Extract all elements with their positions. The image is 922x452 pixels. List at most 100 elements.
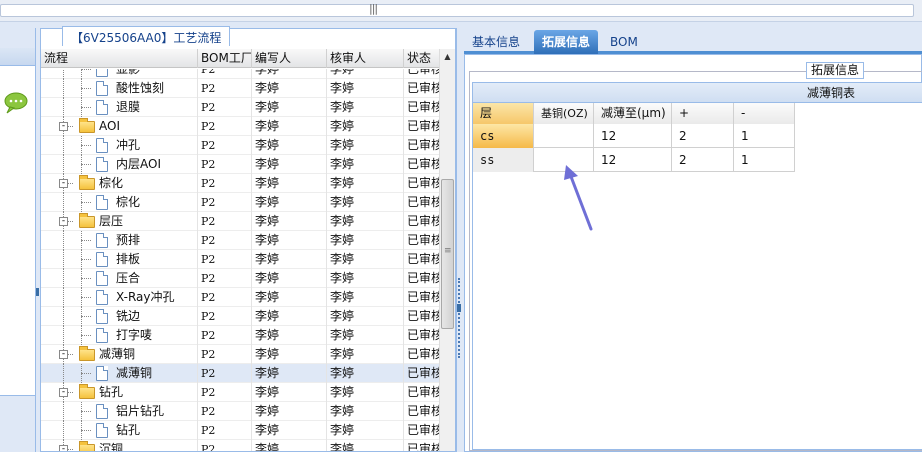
tree-row[interactable]: -AOIP2李婷李婷已审核 bbox=[41, 117, 439, 136]
tree-node[interactable]: 钻孔 bbox=[41, 421, 198, 440]
bom-factory-cell: P2 bbox=[198, 136, 252, 155]
cell-plus[interactable]: 2 bbox=[672, 148, 734, 172]
tree-row[interactable]: 冲孔P2李婷李婷已审核 bbox=[41, 136, 439, 155]
tree-vertical-scrollbar[interactable]: ▲ ≡ bbox=[439, 49, 455, 451]
tree-node[interactable]: 酸性蚀刻 bbox=[41, 79, 198, 98]
reviewer-cell: 李婷 bbox=[327, 174, 404, 193]
reviewer-cell: 李婷 bbox=[327, 402, 404, 421]
tree-node-label: 沉铜 bbox=[99, 442, 124, 451]
tree-row[interactable]: 显影P2李婷李婷已审核 bbox=[41, 69, 439, 79]
tab-extended-info[interactable]: 拓展信息 bbox=[534, 30, 599, 54]
folder-icon bbox=[79, 213, 95, 228]
collapse-arrow-icon[interactable] bbox=[457, 304, 461, 312]
tree-node[interactable]: - AOI bbox=[41, 117, 198, 136]
tree-node[interactable]: 退膜 bbox=[41, 98, 198, 117]
tree-row[interactable]: 退膜P2李婷李婷已审核 bbox=[41, 98, 439, 117]
reviewer-cell: 李婷 bbox=[327, 440, 404, 451]
tree-row[interactable]: -层压P2李婷李婷已审核 bbox=[41, 212, 439, 231]
tree-node[interactable]: 预排 bbox=[41, 231, 198, 250]
tree-node[interactable]: 压合 bbox=[41, 269, 198, 288]
tree-line bbox=[63, 364, 64, 383]
tree-node[interactable]: 冲孔 bbox=[41, 136, 198, 155]
tree-row[interactable]: 压合P2李婷李婷已审核 bbox=[41, 269, 439, 288]
collapse-toggle-icon[interactable]: - bbox=[59, 445, 68, 451]
tree-row[interactable]: 棕化P2李婷李婷已审核 bbox=[41, 193, 439, 212]
tree-line bbox=[81, 430, 91, 431]
document-icon bbox=[96, 252, 108, 267]
tree-node[interactable]: - 钻孔 bbox=[41, 383, 198, 402]
tree-line bbox=[81, 297, 91, 298]
scroll-up-arrow-icon[interactable]: ▲ bbox=[440, 49, 455, 65]
status-cell: 已审核 bbox=[404, 402, 439, 421]
table-row[interactable]: cs 12 2 1 bbox=[473, 124, 795, 148]
tree-node[interactable]: 打字唛 bbox=[41, 326, 198, 345]
bom-factory-cell: P2 bbox=[198, 174, 252, 193]
collapse-toggle-icon[interactable]: - bbox=[59, 122, 68, 131]
tree-row[interactable]: 减薄铜P2李婷李婷已审核 bbox=[41, 364, 439, 383]
tree-node[interactable]: 显影 bbox=[41, 69, 198, 79]
tree-row[interactable]: 排板P2李婷李婷已审核 bbox=[41, 250, 439, 269]
column-header-bom-factory[interactable]: BOM工厂 bbox=[198, 49, 252, 68]
tree-row[interactable]: 铝片钻孔P2李婷李婷已审核 bbox=[41, 402, 439, 421]
collapse-toggle-icon[interactable]: - bbox=[59, 217, 68, 226]
scrollbar-thumb[interactable]: ≡ bbox=[441, 179, 454, 329]
cell-plus[interactable]: 2 bbox=[672, 124, 734, 148]
tree-node[interactable]: 排板 bbox=[41, 250, 198, 269]
collapse-handle-icon[interactable] bbox=[36, 288, 39, 296]
tree-row[interactable]: -钻孔P2李婷李婷已审核 bbox=[41, 383, 439, 402]
cell-thin-to[interactable]: 12 bbox=[594, 124, 672, 148]
column-header-base-copper[interactable]: 基铜(OZ) bbox=[534, 103, 594, 124]
tree-node[interactable]: 铝片钻孔 bbox=[41, 402, 198, 421]
tree-node[interactable]: - 减薄铜 bbox=[41, 345, 198, 364]
tab-basic-info[interactable]: 基本信息 bbox=[464, 30, 528, 54]
chat-bubble-icon[interactable] bbox=[2, 92, 28, 114]
tree-node[interactable]: 棕化 bbox=[41, 193, 198, 212]
collapse-toggle-icon[interactable]: - bbox=[59, 388, 68, 397]
column-header-reviewer[interactable]: 核审人 bbox=[327, 49, 404, 68]
column-header-layer[interactable]: 层 bbox=[473, 103, 534, 124]
cell-thin-to[interactable]: 12 bbox=[594, 148, 672, 172]
tree-row[interactable]: 铣边P2李婷李婷已审核 bbox=[41, 307, 439, 326]
column-header-thin-to[interactable]: 减薄至(μm) bbox=[594, 103, 672, 124]
reviewer-cell: 李婷 bbox=[327, 69, 404, 79]
tree-row[interactable]: 打字唛P2李婷李婷已审核 bbox=[41, 326, 439, 345]
cell-layer[interactable]: ss bbox=[473, 148, 534, 172]
tree-row[interactable]: 预排P2李婷李婷已审核 bbox=[41, 231, 439, 250]
collapse-toggle-icon[interactable]: - bbox=[59, 179, 68, 188]
tree-row[interactable]: -棕化P2李婷李婷已审核 bbox=[41, 174, 439, 193]
cell-minus[interactable]: 1 bbox=[734, 148, 795, 172]
tree-node-label: 退膜 bbox=[116, 100, 141, 114]
tree-line bbox=[63, 231, 64, 250]
top-resize-handle[interactable]: ||| bbox=[0, 2, 914, 17]
tree-row[interactable]: X-Ray冲孔P2李婷李婷已审核 bbox=[41, 288, 439, 307]
tree-line bbox=[63, 136, 64, 155]
tree-node[interactable]: 内层AOI bbox=[41, 155, 198, 174]
cell-layer[interactable]: cs bbox=[473, 124, 534, 148]
column-header-process[interactable]: 流程 bbox=[41, 49, 198, 68]
column-header-plus[interactable]: + bbox=[672, 103, 734, 124]
tree-row[interactable]: -沉铜P2李婷李婷已审核 bbox=[41, 440, 439, 451]
cell-minus[interactable]: 1 bbox=[734, 124, 795, 148]
tree-node[interactable]: 铣边 bbox=[41, 307, 198, 326]
tree-row[interactable]: 酸性蚀刻P2李婷李婷已审核 bbox=[41, 79, 439, 98]
tree-node[interactable]: - 沉铜 bbox=[41, 440, 198, 451]
column-header-status[interactable]: 状态 bbox=[404, 49, 440, 68]
tree-line bbox=[81, 411, 91, 412]
column-header-minus[interactable]: - bbox=[734, 103, 795, 124]
tree-node[interactable]: 减薄铜 bbox=[41, 364, 198, 383]
collapse-toggle-icon[interactable]: - bbox=[59, 350, 68, 359]
tree-row[interactable]: 钻孔P2李婷李婷已审核 bbox=[41, 421, 439, 440]
tree-node[interactable]: - 层压 bbox=[41, 212, 198, 231]
tree-node[interactable]: X-Ray冲孔 bbox=[41, 288, 198, 307]
tab-bom[interactable]: BOM bbox=[602, 30, 646, 54]
column-header-writer[interactable]: 编写人 bbox=[252, 49, 327, 68]
center-splitter[interactable] bbox=[456, 28, 464, 452]
tree-grid-body: 显影P2李婷李婷已审核酸性蚀刻P2李婷李婷已审核退膜P2李婷李婷已审核-AOIP… bbox=[41, 69, 439, 451]
tree-node[interactable]: - 棕化 bbox=[41, 174, 198, 193]
tree-row[interactable]: -减薄铜P2李婷李婷已审核 bbox=[41, 345, 439, 364]
reviewer-cell: 李婷 bbox=[327, 364, 404, 383]
tree-row[interactable]: 内层AOIP2李婷李婷已审核 bbox=[41, 155, 439, 174]
table-row[interactable]: ss 12 2 1 bbox=[473, 148, 795, 172]
bom-factory-cell: P2 bbox=[198, 402, 252, 421]
cell-base-copper[interactable] bbox=[534, 124, 594, 148]
